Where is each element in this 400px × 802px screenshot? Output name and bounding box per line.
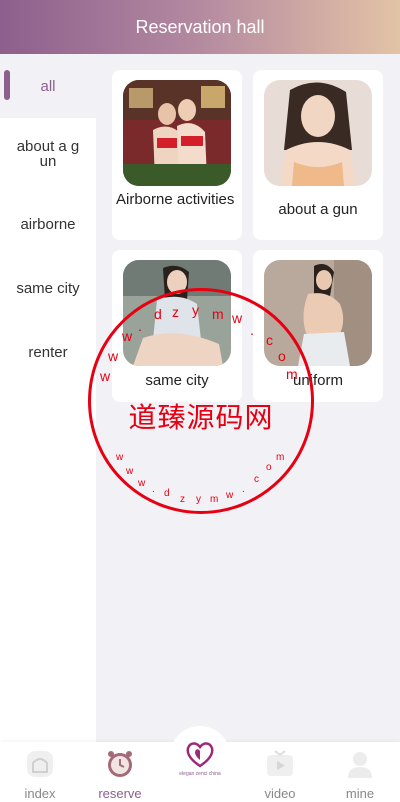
tab-label: video (264, 786, 296, 801)
card-photo (123, 80, 231, 186)
center-logo-button[interactable]: elegan zenci china (170, 726, 230, 786)
card-photo (123, 260, 231, 366)
tab-label: index (24, 786, 56, 801)
watermark-char: o (266, 462, 272, 473)
tab-video[interactable]: video (240, 742, 320, 802)
category-card-same-city[interactable]: same city (112, 250, 242, 402)
watermark-char: w (116, 452, 124, 463)
card-title: uniform (292, 372, 344, 389)
watermark-char: w (138, 478, 146, 489)
home-icon (27, 751, 53, 777)
sidebar-item-label: airborne (20, 215, 76, 233)
card-title: Airborne activities (116, 191, 235, 208)
watermark-char: m (276, 452, 285, 463)
card-photo (264, 80, 372, 186)
tab-mine[interactable]: mine (320, 742, 400, 802)
card-title: about a gun (278, 201, 358, 218)
category-card-about-a-gun[interactable]: about a gun (253, 70, 383, 240)
sidebar-item-label: all (40, 77, 56, 95)
watermark-char: d (164, 488, 170, 499)
watermark-char: c (254, 474, 259, 485)
watermark-char: y (196, 494, 201, 505)
category-sidebar: all about a gun airborne same city rente… (0, 54, 96, 742)
sidebar-item-all[interactable]: all (0, 54, 96, 118)
sidebar-item-same-city[interactable]: same city (0, 256, 96, 320)
card-title: same city (145, 372, 209, 389)
category-card-uniform[interactable]: uniform (253, 250, 383, 402)
tv-icon (267, 750, 293, 776)
watermark-char: z (180, 494, 185, 505)
sidebar-item-airborne[interactable]: airborne (0, 192, 96, 256)
watermark-text: 道臻源码网 (128, 402, 274, 433)
active-indicator (4, 70, 10, 100)
tab-label: reserve (98, 786, 142, 801)
sidebar-item-label: same city (16, 279, 80, 297)
sidebar-item-about-a-gun[interactable]: about a gun (0, 122, 96, 186)
watermark-char: m (210, 494, 219, 505)
center-logo-text: elegan zenci china (179, 771, 221, 777)
header-bar: Reservation hall (0, 0, 400, 54)
watermark-char: . (242, 484, 245, 495)
user-icon (348, 752, 372, 778)
sidebar-item-renter[interactable]: renter (0, 320, 96, 384)
card-photo (264, 260, 372, 366)
tab-reserve[interactable]: reserve (80, 742, 160, 802)
watermark-char: . (152, 484, 155, 495)
watermark-char: w (100, 368, 111, 384)
tab-index[interactable]: index (0, 742, 80, 802)
category-card-airborne-activities[interactable]: Airborne activities (112, 70, 242, 240)
tab-label: mine (345, 786, 375, 801)
watermark-char: w (126, 466, 134, 477)
sidebar-item-label: renter (28, 343, 68, 361)
page-title: Reservation hall (135, 16, 265, 37)
watermark-char: w (226, 490, 234, 501)
alarm-clock-icon (108, 751, 132, 777)
heart-logo-icon (186, 742, 214, 768)
sidebar-item-label: about a gun (16, 138, 80, 170)
